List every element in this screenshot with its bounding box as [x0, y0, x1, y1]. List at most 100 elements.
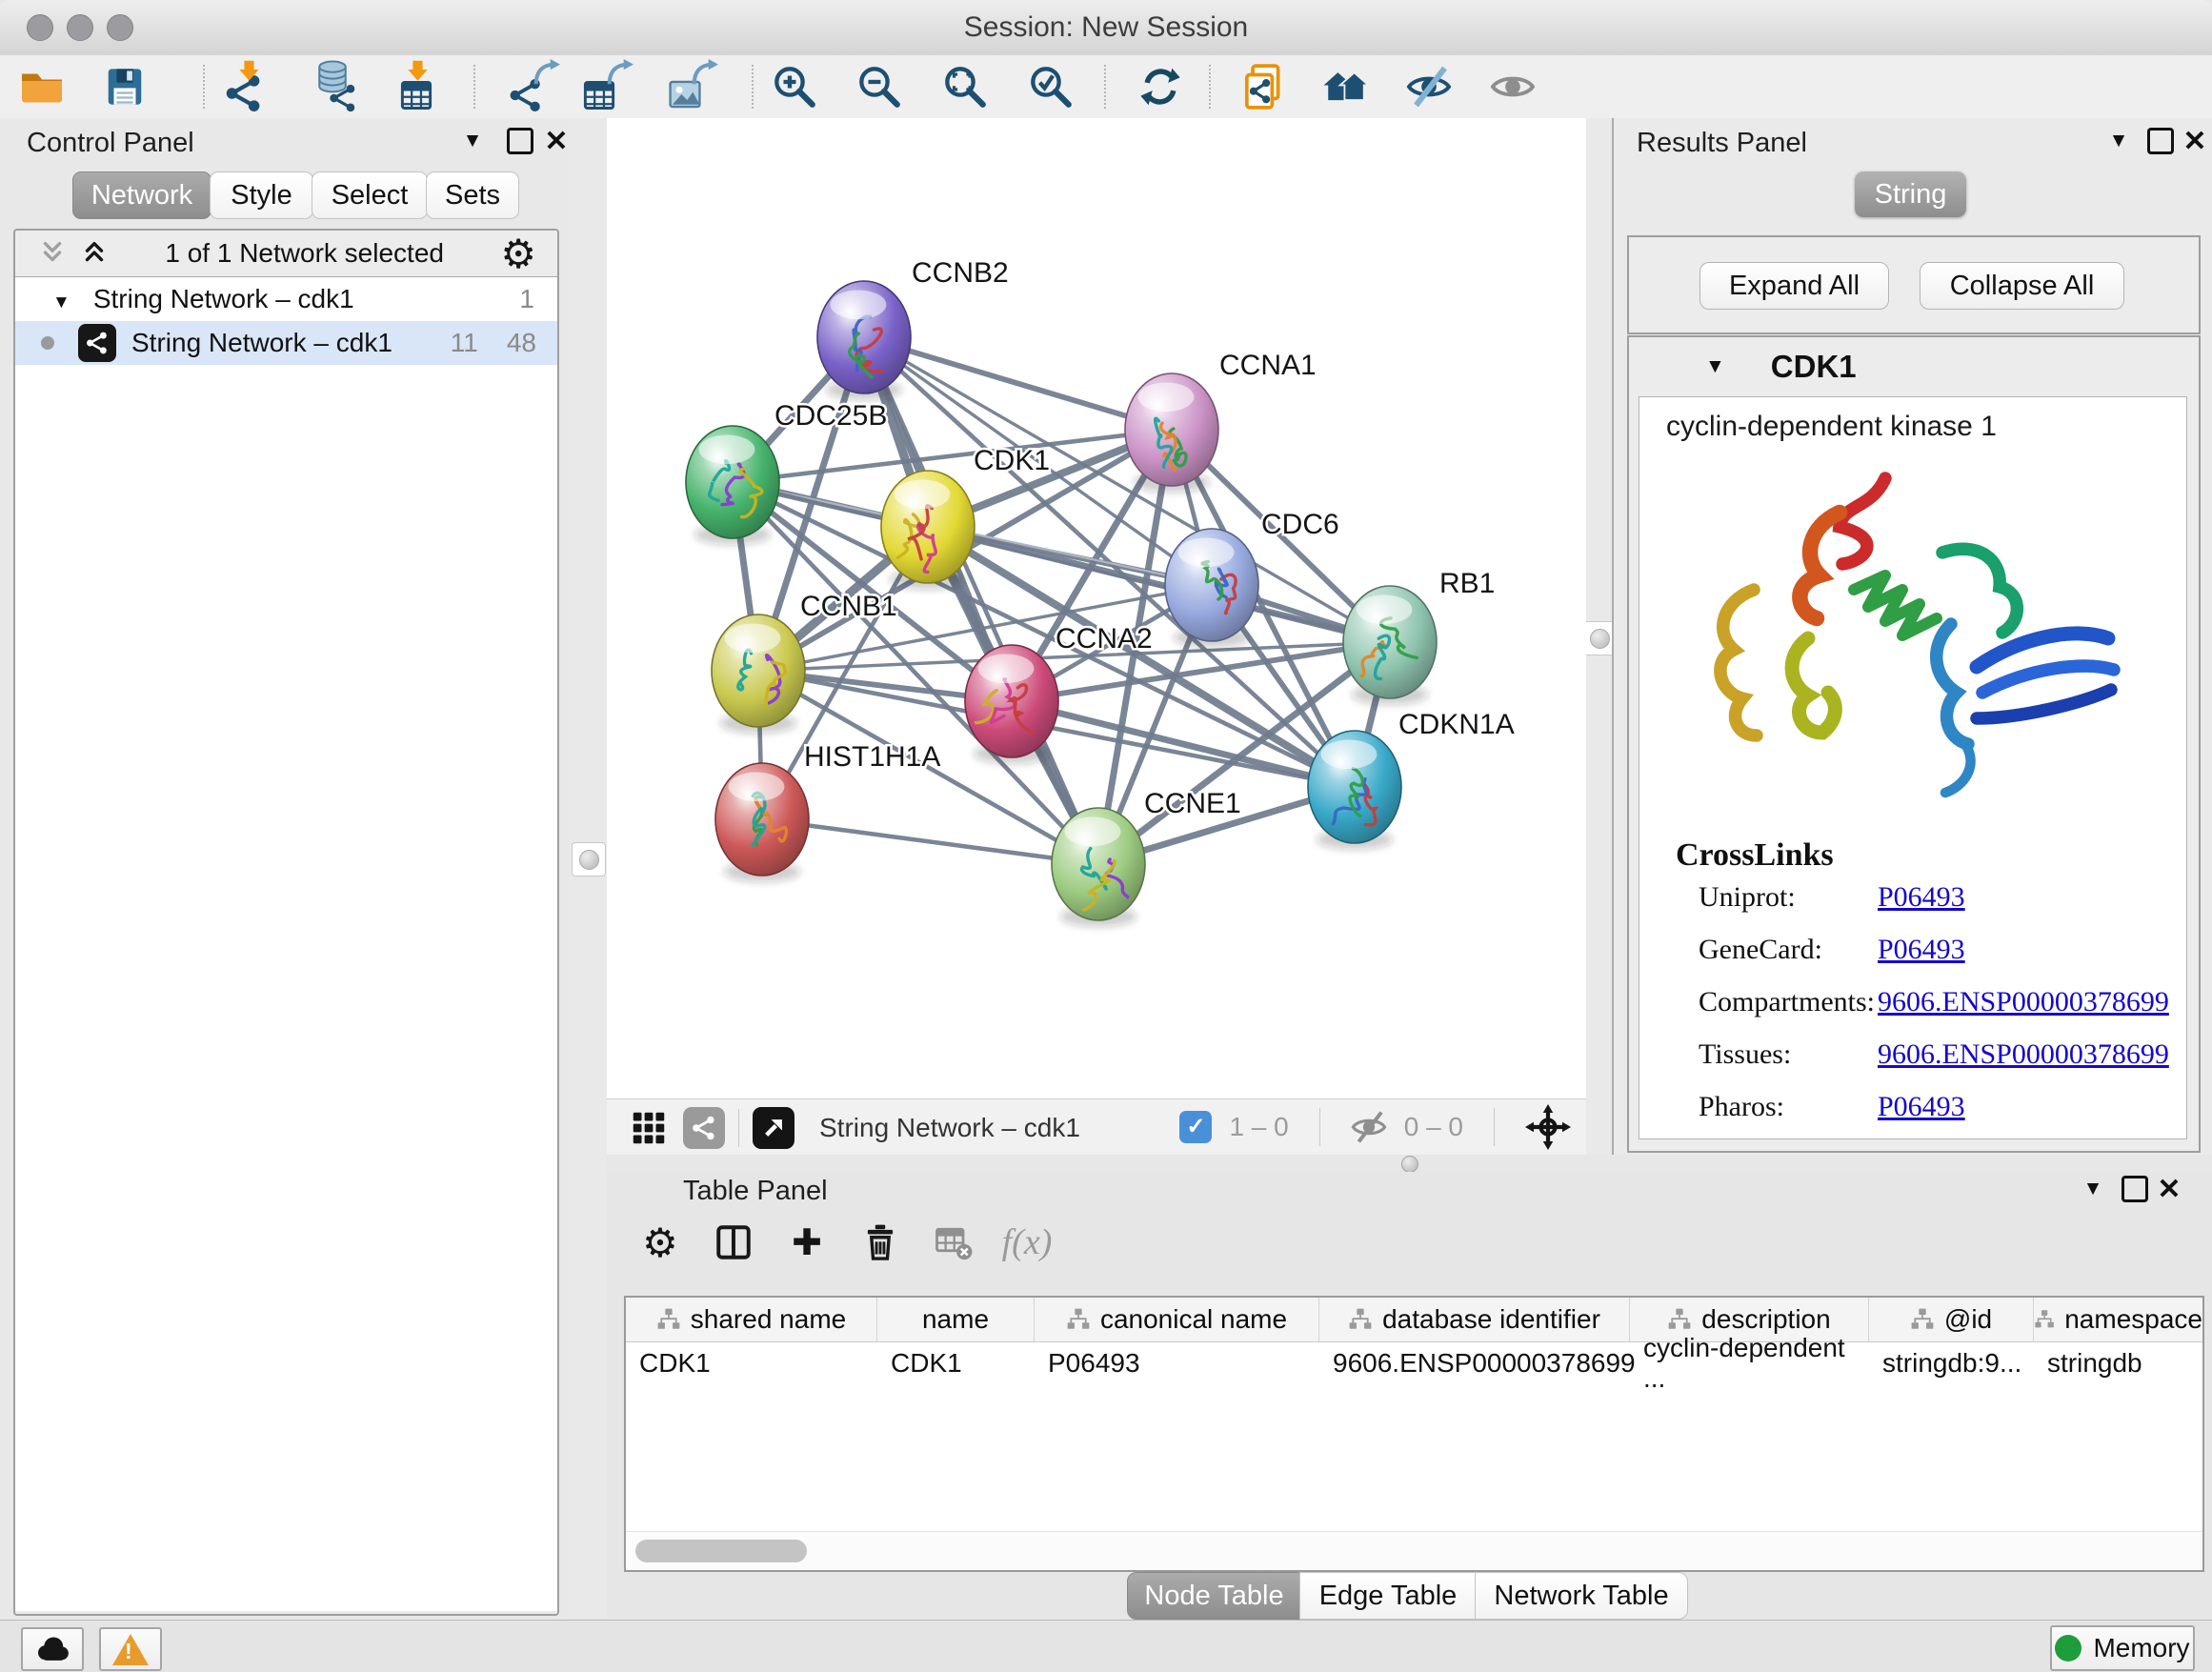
- save-session-button[interactable]: [98, 60, 151, 113]
- caret-down-icon[interactable]: [52, 284, 70, 314]
- tab-edge-table[interactable]: Edge Table: [1299, 1572, 1477, 1620]
- network-graph[interactable]: CCNB2CCNA1CDC25BCDK1CDC6RB1CCNB1CCNA2CDK…: [607, 118, 1586, 1098]
- collection-count: 1: [519, 284, 534, 314]
- column-header-id[interactable]: @id: [1869, 1298, 2034, 1341]
- table-row[interactable]: CDK1 CDK1 P06493 9606.ENSP00000378699 cy…: [626, 1341, 2202, 1385]
- string-view-badge-icon[interactable]: [683, 1107, 725, 1149]
- trash-icon: [860, 1222, 900, 1262]
- clone-network-button[interactable]: [1237, 60, 1290, 113]
- network-node-CCNB1[interactable]: CCNB1: [712, 591, 897, 734]
- horizontal-splitter[interactable]: [607, 1155, 2212, 1172]
- horizontal-scrollbar[interactable]: [626, 1531, 2202, 1570]
- import-table-file-button[interactable]: [391, 60, 444, 113]
- network-node-CCNA1[interactable]: CCNA1: [1125, 350, 1317, 493]
- table-panel-close-button[interactable]: [2152, 1172, 2186, 1206]
- export-table-button[interactable]: [579, 60, 633, 113]
- results-panel-close-button[interactable]: [2178, 124, 2212, 158]
- delete-column-button[interactable]: [854, 1216, 907, 1269]
- network-node-HIST1H1A[interactable]: HIST1H1A: [715, 741, 940, 882]
- results-panel-float-button[interactable]: [2143, 124, 2178, 158]
- add-column-button[interactable]: [780, 1216, 834, 1269]
- cell-database-identifier[interactable]: 9606.ENSP00000378699: [1319, 1341, 1630, 1385]
- control-panel-menu-button[interactable]: [455, 124, 490, 158]
- cell-namespace[interactable]: stringdb: [2034, 1341, 2202, 1385]
- splitter-handle[interactable]: [572, 842, 606, 876]
- tab-network[interactable]: Network: [72, 171, 211, 219]
- table-panel-menu-button[interactable]: [2076, 1172, 2110, 1206]
- refresh-view-button[interactable]: [1134, 60, 1187, 113]
- tab-style[interactable]: Style: [210, 171, 313, 219]
- expand-all-chevrons-icon[interactable]: [80, 239, 109, 268]
- crosslink-link[interactable]: 9606.ENSP00000378699: [1878, 1038, 2169, 1071]
- network-node-RB1[interactable]: RB1: [1343, 568, 1495, 705]
- crosslink-link[interactable]: P06493: [1878, 1091, 1965, 1123]
- table-panel-float-button[interactable]: [2118, 1172, 2152, 1206]
- splitter-handle[interactable]: [1401, 1156, 1418, 1173]
- tab-sets[interactable]: Sets: [426, 171, 519, 219]
- show-all-button[interactable]: [1486, 60, 1539, 113]
- column-header-canonical-name[interactable]: canonical name: [1035, 1298, 1319, 1341]
- results-panel-title: Results Panel: [1637, 128, 1807, 159]
- memory-button[interactable]: Memory: [2050, 1625, 2195, 1671]
- crosshair-move-icon[interactable]: [1525, 1104, 1571, 1150]
- cloud-status-button[interactable]: [21, 1627, 84, 1671]
- column-header-name[interactable]: name: [877, 1298, 1035, 1341]
- first-neighbors-button[interactable]: [1319, 60, 1373, 113]
- gear-icon[interactable]: [500, 231, 536, 277]
- crosslink-link[interactable]: P06493: [1878, 934, 1965, 966]
- open-session-button[interactable]: [15, 60, 69, 113]
- zoom-selected-button[interactable]: [1024, 60, 1077, 113]
- network-node-CCNB2[interactable]: CCNB2: [817, 257, 1009, 400]
- table-settings-button[interactable]: [633, 1216, 687, 1269]
- cell-canonical-name[interactable]: P06493: [1035, 1341, 1319, 1385]
- grid-view-icon[interactable]: [630, 1109, 668, 1147]
- import-network-file-button[interactable]: [222, 60, 275, 113]
- collapse-all-button[interactable]: Collapse All: [1920, 262, 2124, 310]
- crosslink-link[interactable]: 9606.ENSP00000378699: [1878, 986, 2169, 1018]
- network-edge-HIST1H1A-CCNE1[interactable]: [762, 819, 1098, 864]
- right-splitter[interactable]: [1586, 118, 1612, 1155]
- results-panel-menu-button[interactable]: [2101, 124, 2136, 158]
- gene-section-header[interactable]: CDK1: [1629, 337, 2199, 396]
- network-edge-CCNB2-CCNA1[interactable]: [864, 337, 1172, 430]
- tab-string[interactable]: String: [1855, 171, 1966, 217]
- cell-name[interactable]: CDK1: [877, 1341, 1035, 1385]
- open-in-new-icon[interactable]: [753, 1107, 794, 1149]
- network-row[interactable]: String Network – cdk1 11 48: [15, 321, 557, 365]
- network-canvas[interactable]: CCNB2CCNA1CDC25BCDK1CDC6RB1CCNB1CCNA2CDK…: [607, 118, 1586, 1098]
- hide-selected-button[interactable]: [1402, 60, 1456, 113]
- export-network-button[interactable]: [506, 60, 559, 113]
- protein-structure-image: [1666, 453, 2162, 824]
- caret-down-icon[interactable]: [1705, 355, 1725, 378]
- network-edge-CCNB2-CCNE1[interactable]: [864, 337, 1098, 864]
- export-image-button[interactable]: [664, 60, 717, 113]
- collapse-all-chevrons-icon[interactable]: [38, 239, 67, 268]
- cell-id[interactable]: stringdb:9...: [1869, 1341, 2034, 1385]
- network-view-toolbar: String Network – cdk1 1 – 0 0 – 0: [607, 1098, 1586, 1157]
- expand-all-button[interactable]: Expand All: [1699, 262, 1889, 310]
- network-node-CCNE1[interactable]: CCNE1: [1052, 788, 1241, 927]
- crosslink-link[interactable]: P06493: [1878, 881, 1965, 914]
- network-node-CDC6[interactable]: CDC6: [1165, 509, 1339, 648]
- tab-network-table[interactable]: Network Table: [1475, 1572, 1688, 1620]
- column-header-namespace[interactable]: namespace: [2034, 1298, 2202, 1341]
- cell-description[interactable]: cyclin-dependent ...: [1630, 1341, 1869, 1385]
- zoom-in-button[interactable]: [768, 60, 821, 113]
- left-splitter[interactable]: [569, 118, 607, 1620]
- scrollbar-thumb[interactable]: [635, 1540, 807, 1562]
- zoom-out-button[interactable]: [853, 60, 906, 113]
- tab-select[interactable]: Select: [312, 171, 428, 219]
- control-panel-float-button[interactable]: [503, 124, 537, 158]
- import-network-database-button[interactable]: [311, 60, 364, 113]
- column-header-database-identifier[interactable]: database identifier: [1319, 1298, 1630, 1341]
- cell-shared-name[interactable]: CDK1: [626, 1341, 877, 1385]
- network-collection-row[interactable]: String Network – cdk1 1: [15, 277, 557, 321]
- show-columns-button[interactable]: [707, 1216, 760, 1269]
- float-window-icon: [2147, 128, 2174, 154]
- zoom-fit-button[interactable]: [938, 60, 992, 113]
- column-header-shared-name[interactable]: shared name: [626, 1298, 877, 1341]
- tab-node-table[interactable]: Node Table: [1127, 1572, 1301, 1620]
- warnings-button[interactable]: [99, 1627, 162, 1671]
- network-node-CDKN1A[interactable]: CDKN1A: [1308, 709, 1515, 850]
- selected-checkbox-icon[interactable]: [1179, 1111, 1212, 1143]
